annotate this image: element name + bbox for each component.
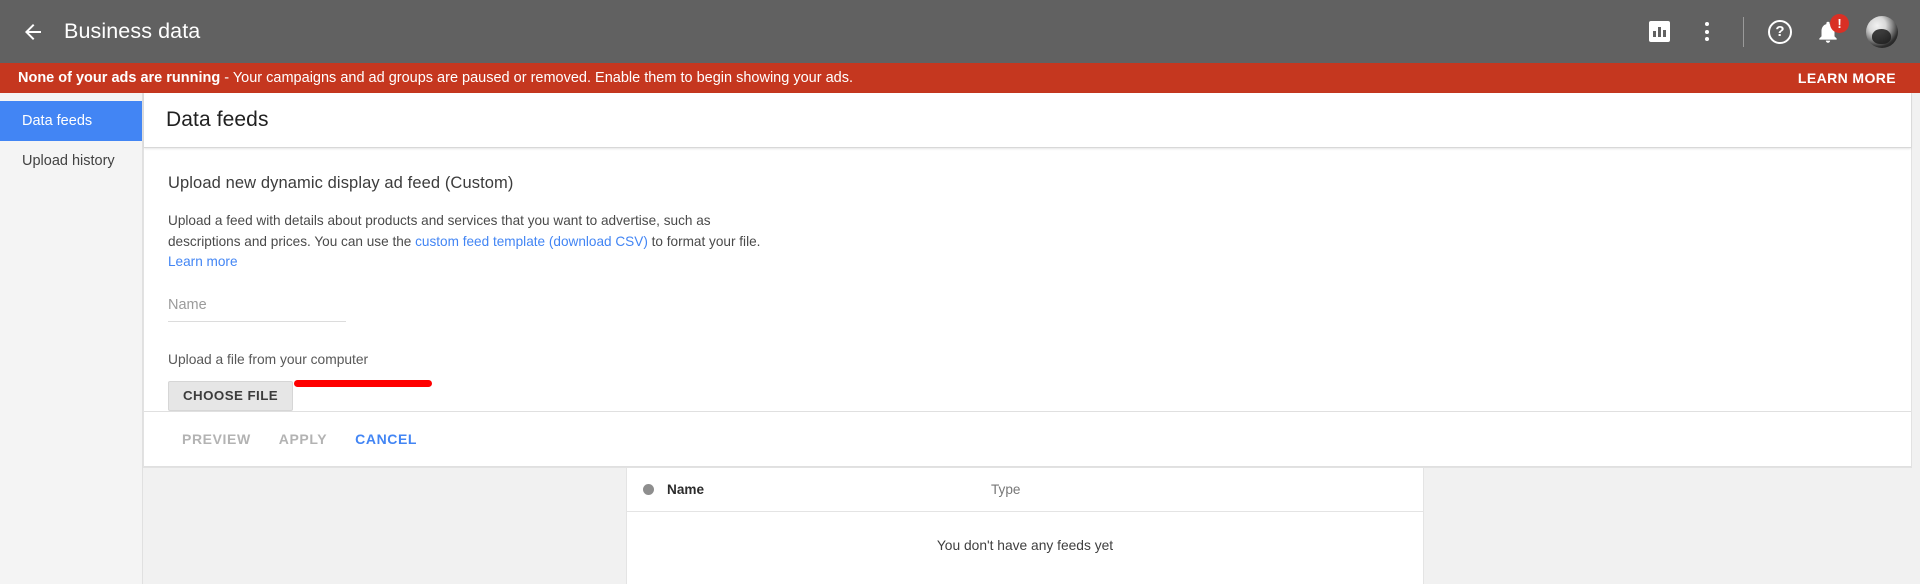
apply-button[interactable]: APPLY [265,423,341,455]
alert-message: None of your ads are running - Your camp… [18,70,853,86]
card-header: Data feeds [144,93,1911,148]
alert-rest-text: - Your campaigns and ad groups are pause… [220,70,853,86]
cancel-button[interactable]: CANCEL [341,423,431,455]
avatar[interactable] [1866,15,1898,48]
page-body: Data feeds Upload history Data feeds Upl… [0,93,1920,584]
notifications-button[interactable]: ! [1804,8,1852,56]
notification-bell-icon: ! [1815,13,1849,45]
main-content: Data feeds Upload new dynamic display ad… [143,93,1920,584]
sidebar-item-data-feeds[interactable]: Data feeds [0,101,142,141]
data-feeds-card: Data feeds Upload new dynamic display ad… [143,93,1912,468]
sidebar-item-label: Upload history [22,153,115,169]
card-title: Data feeds [166,108,269,131]
help-button[interactable]: ? [1756,8,1804,56]
left-sidebar: Data feeds Upload history [0,93,143,584]
topbar-actions: ? ! [1635,8,1898,56]
learn-more-link[interactable]: LEARN MORE [1798,70,1896,86]
name-input[interactable] [168,294,346,322]
more-vert-icon [1705,22,1709,41]
sidebar-item-label: Data feeds [22,113,93,129]
red-annotation-highlight [294,380,432,387]
toolbar-divider [1743,16,1744,47]
back-arrow-icon[interactable] [18,17,48,47]
table-header-row: Name Type [627,468,1423,512]
notification-badge: ! [1830,13,1849,33]
sidebar-item-upload-history[interactable]: Upload history [0,141,142,181]
choose-file-button[interactable]: CHOOSE FILE [168,380,294,411]
reports-button[interactable] [1635,8,1683,56]
preview-button[interactable]: PREVIEW [168,423,265,455]
status-dot-icon [643,483,654,495]
column-header-name[interactable]: Name [667,482,991,497]
upload-feed-panel: Upload new dynamic display ad feed (Cust… [144,148,1911,412]
table-empty-message: You don't have any feeds yet [936,537,1114,553]
page-title: Business data [64,19,201,43]
form-actions: PREVIEW APPLY CANCEL [144,411,1911,467]
top-app-bar: Business data ? ! [0,0,1920,63]
feeds-table-area: Name Type You don't have any feeds yet [143,467,1912,584]
column-header-type[interactable]: Type [991,482,1020,497]
ads-status-alert: None of your ads are running - Your camp… [0,63,1920,93]
panel-description: Upload a feed with details about product… [168,211,778,273]
alert-bold-text: None of your ads are running [18,70,221,86]
learn-more-link-body[interactable]: Learn more [168,254,238,269]
desc-part-2: to format your file. [647,233,761,249]
upload-file-label: Upload a file from your computer [168,351,369,367]
more-options-button[interactable] [1683,8,1731,56]
name-field-wrap [168,294,346,322]
help-icon: ? [1768,19,1792,44]
panel-title: Upload new dynamic display ad feed (Cust… [168,174,514,192]
custom-feed-template-link[interactable]: custom feed template (download CSV) [415,234,648,249]
feeds-table: Name Type You don't have any feeds yet [626,467,1424,584]
bar-chart-icon [1648,21,1670,42]
